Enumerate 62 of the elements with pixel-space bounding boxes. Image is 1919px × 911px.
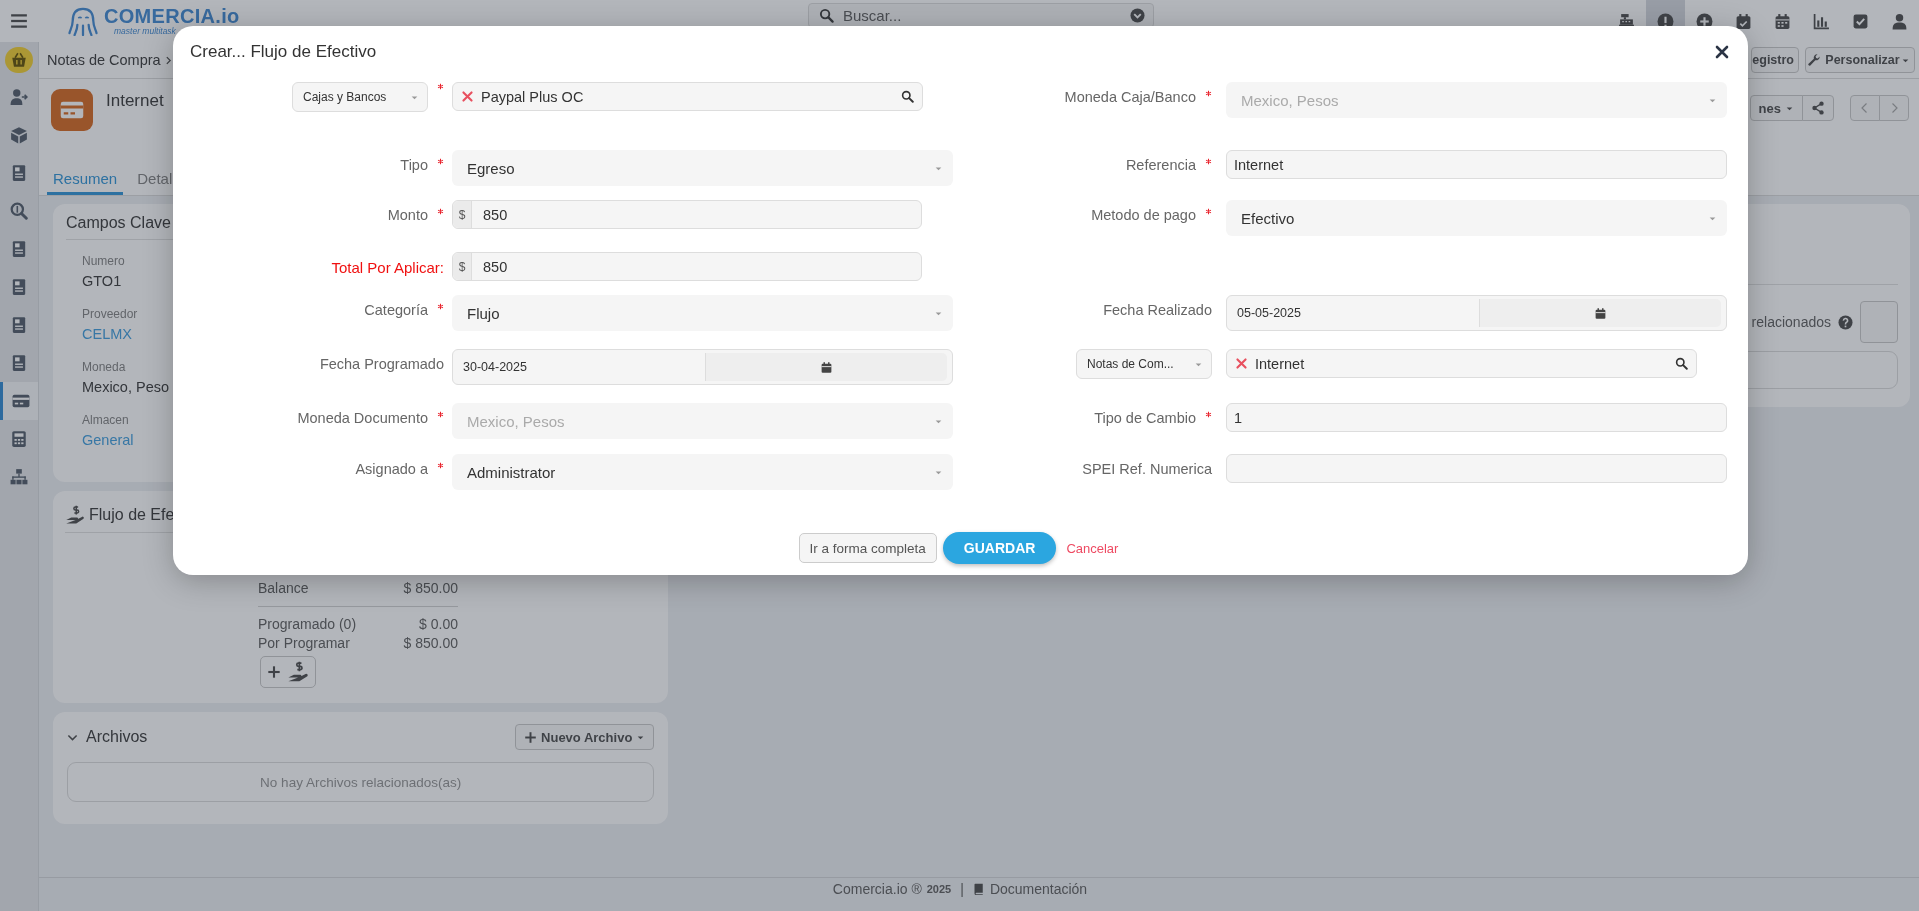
new-file-button[interactable]: Nuevo Archivo <box>515 724 655 750</box>
dialog-title: Crear... Flujo de Efectivo <box>190 42 377 62</box>
field-label: Monto <box>387 207 428 223</box>
field-label: Tipo <box>400 157 428 173</box>
field-label: Metodo de pago <box>1091 207 1196 223</box>
field-label: Fecha Programado <box>319 356 444 372</box>
field-label: Almacen <box>82 413 129 427</box>
register-button[interactable]: egistro <box>1751 47 1799 73</box>
field-label: Moneda <box>82 360 126 374</box>
amount-field[interactable]: $ 850 <box>452 252 922 281</box>
breadcrumb-link[interactable]: Notas de Compra <box>47 52 161 68</box>
summary-amount: $ 850.00 <box>403 634 458 653</box>
type-dropdown[interactable]: Notas de Com... <box>1076 349 1212 379</box>
full-form-button[interactable]: Ir a forma completa <box>798 533 937 563</box>
currency-addon: $ <box>453 201 472 228</box>
dropdown-field[interactable]: Egreso <box>452 150 953 186</box>
logo-tagline: master multitask <box>113 27 177 36</box>
actions-dropdown[interactable]: nes <box>1749 95 1803 121</box>
documentation-link[interactable]: Documentación <box>989 881 1088 897</box>
summary-label: Balance <box>258 579 309 598</box>
customize-button[interactable]: Personalizar <box>1805 47 1915 73</box>
field-label: Numero <box>82 254 125 268</box>
dropdown-field[interactable]: Administrator <box>452 454 953 490</box>
card-title: Flujo de Efe <box>89 506 175 524</box>
summary-amount: $ 0.00 <box>419 615 458 634</box>
option-label: relacionados <box>1751 314 1831 330</box>
amount-field[interactable]: $ 850 <box>452 200 922 229</box>
empty-message: No hay Archivos relacionados(as) <box>67 762 655 802</box>
field-label: Tipo de Cambio <box>1094 410 1196 426</box>
field-label: Moneda Caja/Banco <box>1064 89 1196 105</box>
footer-separator: | <box>960 881 964 897</box>
field-label: Total Por Aplicar: <box>331 259 444 276</box>
field-label: Categoría <box>364 302 428 318</box>
field-label: Proveedor <box>82 307 138 321</box>
footer-brand: Comercia.io ® <box>832 881 922 897</box>
type-dropdown[interactable]: Cajas y Bancos <box>292 82 428 112</box>
field-label: Moneda Documento <box>297 410 428 426</box>
cancel-link[interactable]: Cancelar <box>1062 540 1123 556</box>
date-field[interactable]: 05-05-2025 <box>1226 295 1727 331</box>
currency-addon: $ <box>453 253 472 280</box>
dropdown-field[interactable]: Flujo <box>452 295 953 331</box>
summary-label: Por Programar <box>258 634 350 653</box>
footer-year: 2025 <box>926 883 952 895</box>
field-value: GTO1 <box>82 273 122 289</box>
lookup-field[interactable]: Internet <box>1226 349 1697 378</box>
record-title: Internet <box>106 91 164 111</box>
logo-text: COMERCIA.io <box>104 6 240 27</box>
text-field[interactable]: Internet <box>1226 150 1727 179</box>
text-field[interactable]: 1 <box>1226 403 1727 432</box>
field-label: Fecha Realizado <box>1103 302 1212 318</box>
card-title: Archivos <box>86 728 148 746</box>
card-title: Campos Clave <box>66 214 171 232</box>
search-field[interactable]: Buscar... <box>808 3 1154 28</box>
summary-label: Programado (0) <box>258 615 357 634</box>
dropdown-field[interactable]: Efectivo <box>1226 200 1727 236</box>
date-field[interactable]: 30-04-2025 <box>452 349 953 385</box>
field-label: SPEI Ref. Numerica <box>1082 461 1212 477</box>
lookup-field[interactable]: Paypal Plus OC <box>452 82 923 111</box>
field-value: Mexico, Peso <box>82 379 170 395</box>
field-label: Asignado a <box>355 461 428 477</box>
summary-amount: $ 850.00 <box>403 579 458 598</box>
field-label: Referencia <box>1125 157 1196 173</box>
